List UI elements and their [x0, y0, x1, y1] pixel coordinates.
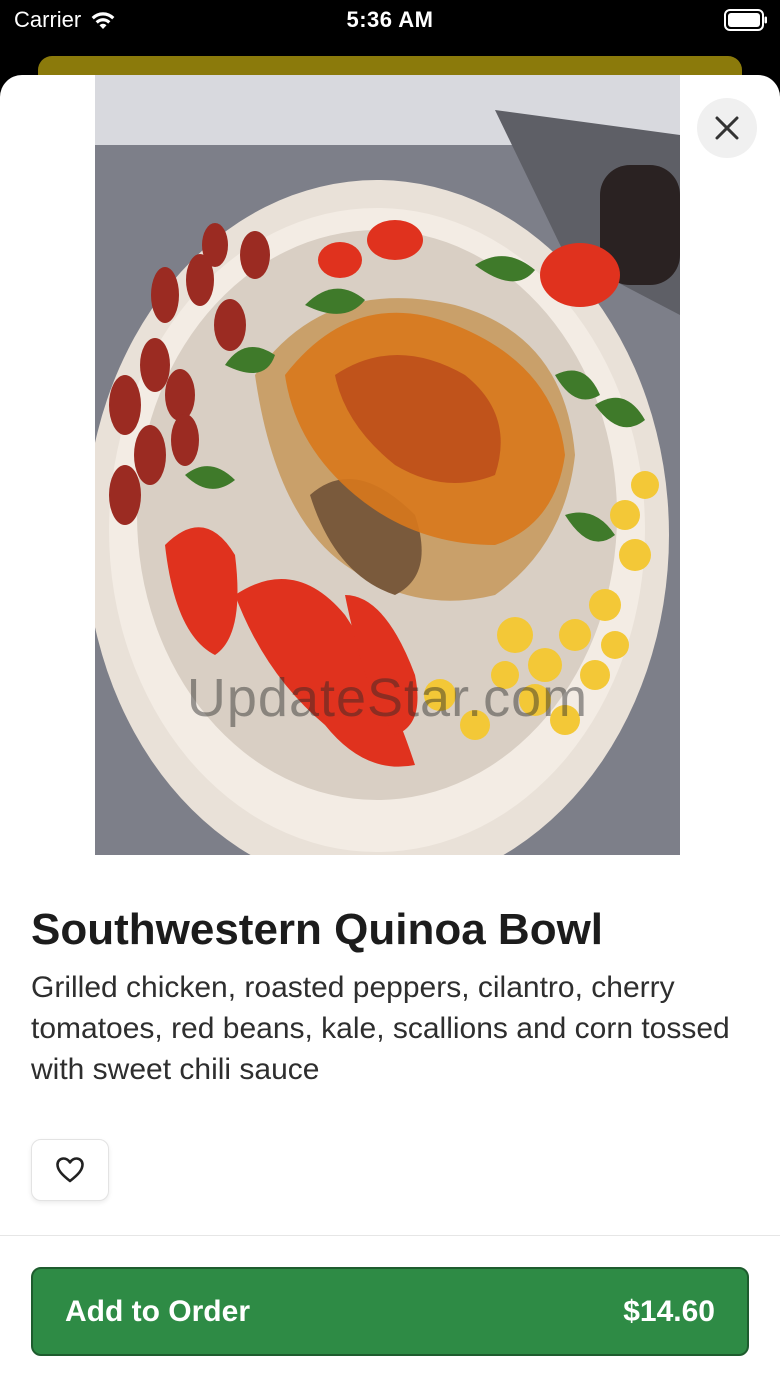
item-description: Grilled chicken, roasted peppers, cilant… — [31, 971, 730, 1086]
footer-divider — [0, 1235, 780, 1236]
image-watermark: UpdateStar.com — [186, 668, 589, 728]
item-detail-sheet: UpdateStar.com Southwestern Quinoa Bowl … — [0, 75, 780, 1387]
add-to-order-button[interactable]: Add to Order $14.60 — [31, 1267, 749, 1356]
status-bar: Carrier 5:36 AM — [0, 0, 780, 56]
status-time: 5:36 AM — [346, 7, 434, 32]
battery-icon — [724, 9, 767, 31]
close-icon — [715, 116, 739, 140]
food-bowl-illustration — [95, 75, 680, 855]
close-button[interactable] — [697, 98, 757, 158]
item-image: UpdateStar.com — [95, 75, 680, 855]
item-price: $14.60 — [623, 1294, 715, 1328]
item-title: Southwestern Quinoa Bowl — [31, 905, 604, 954]
heart-icon — [56, 1157, 84, 1183]
add-to-order-label: Add to Order — [65, 1294, 250, 1328]
favorite-button[interactable] — [31, 1139, 109, 1201]
